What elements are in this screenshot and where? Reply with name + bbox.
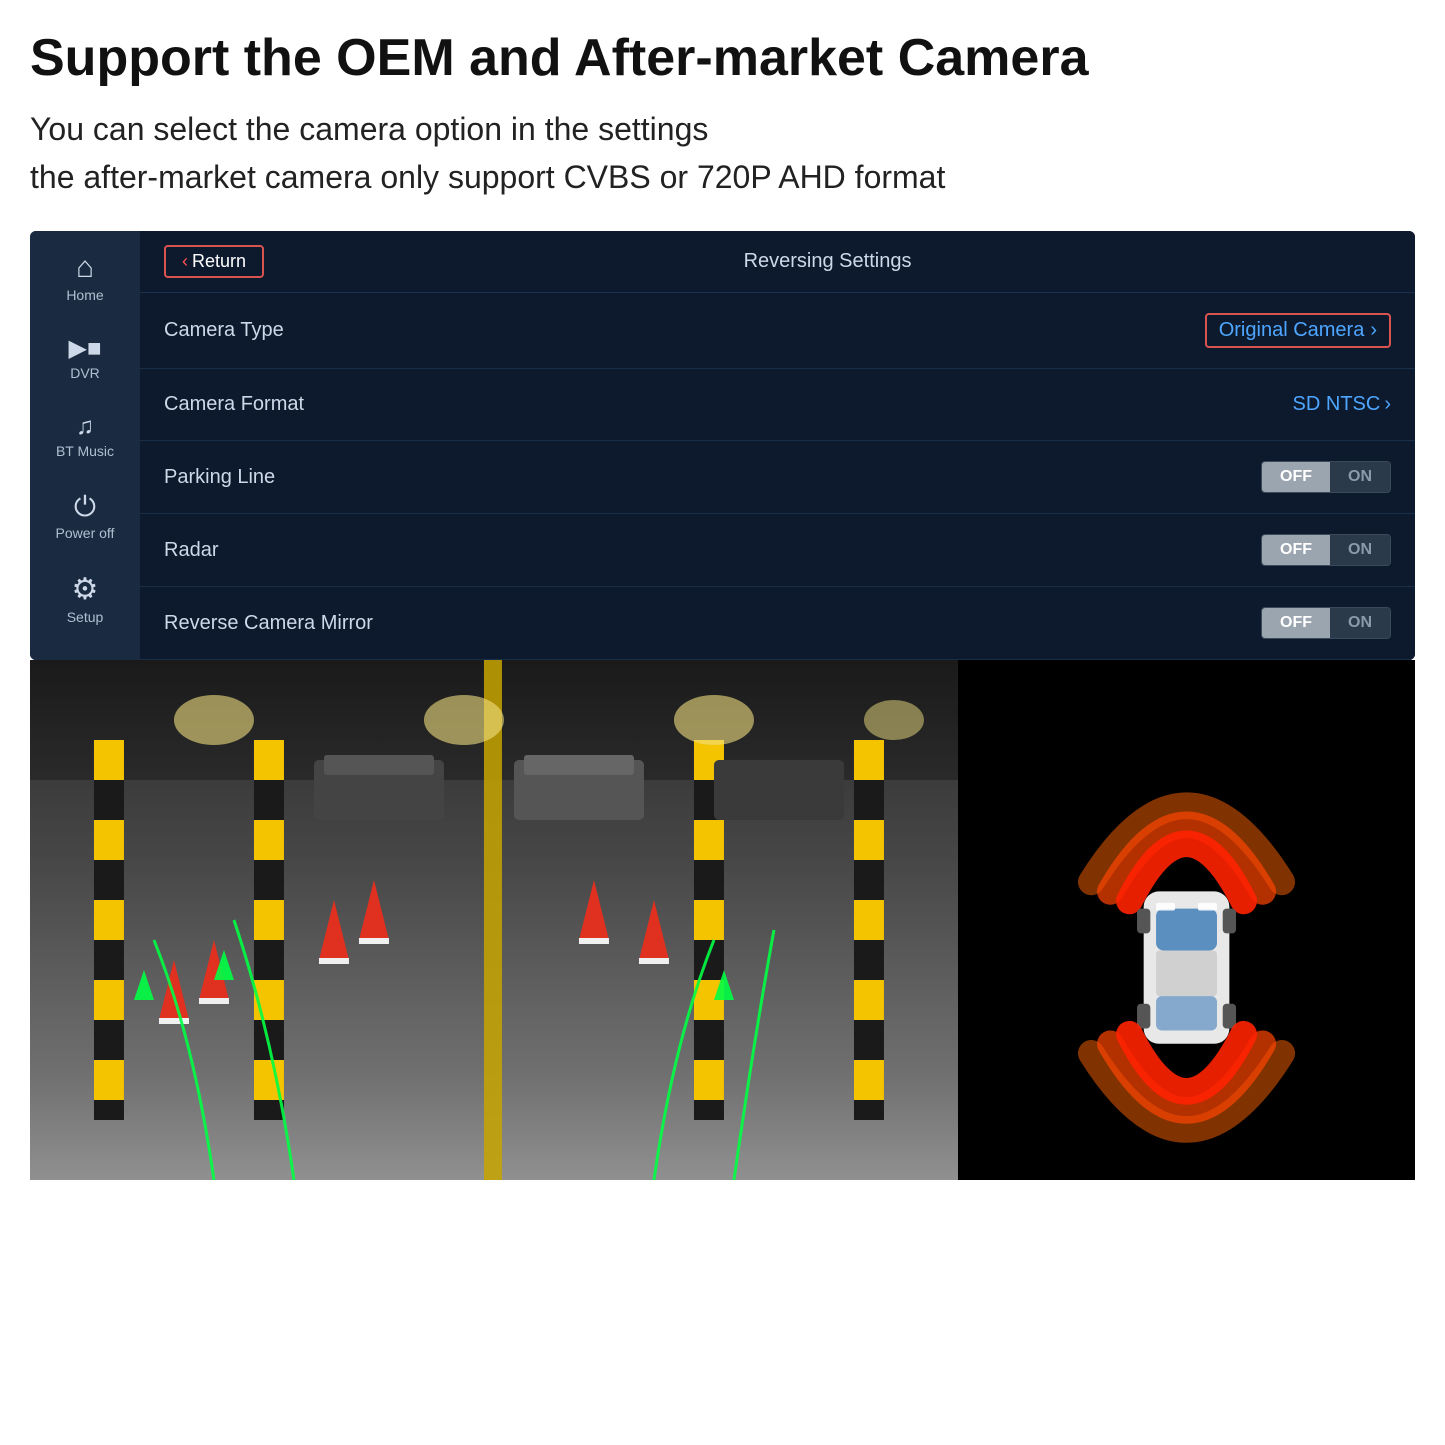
- main-content: ‹ Return Reversing Settings Camera Type …: [140, 231, 1415, 660]
- radar-camera-view: [958, 660, 1415, 1180]
- sidebar-item-btmusic[interactable]: ♫ BT Music: [30, 403, 140, 471]
- page-wrapper: Support the OEM and After-market Camera …: [0, 0, 1445, 1180]
- sidebar: ⌂ Home ▶■ DVR ♫ BT Music ⏻ Power off ⚙ S…: [30, 231, 140, 660]
- btmusic-icon: ♫: [76, 415, 94, 439]
- radar-off[interactable]: OFF: [1262, 535, 1330, 565]
- camera-type-text: Original Camera: [1219, 319, 1365, 342]
- sidebar-item-setup[interactable]: ⚙ Setup: [30, 563, 140, 637]
- camera-format-label: Camera Format: [164, 393, 1293, 416]
- chevron-left-icon: ‹: [182, 251, 188, 272]
- reverse-mirror-off[interactable]: OFF: [1262, 608, 1330, 638]
- reverse-mirror-on[interactable]: ON: [1330, 608, 1390, 638]
- subtitle-line1: You can select the camera option in the …: [30, 105, 1415, 153]
- return-button[interactable]: ‹ Return: [164, 245, 264, 278]
- radar-on[interactable]: ON: [1330, 535, 1390, 565]
- sidebar-home-label: Home: [66, 287, 103, 303]
- home-icon: ⌂: [76, 253, 94, 283]
- parking-lot-svg: [30, 660, 958, 1180]
- parking-line-off[interactable]: OFF: [1262, 462, 1330, 492]
- dvr-icon: ▶■: [69, 337, 102, 361]
- sidebar-item-poweroff[interactable]: ⏻ Power off: [30, 481, 140, 553]
- parking-line-label: Parking Line: [164, 466, 1261, 489]
- settings-row-parking-line: Parking Line OFF ON: [140, 441, 1415, 514]
- reverse-mirror-toggle[interactable]: OFF ON: [1261, 607, 1391, 639]
- main-title: Support the OEM and After-market Camera: [30, 30, 1415, 87]
- sidebar-item-home[interactable]: ⌂ Home: [30, 241, 140, 315]
- settings-row-reverse-mirror: Reverse Camera Mirror OFF ON: [140, 587, 1415, 660]
- topbar-title: Reversing Settings: [264, 250, 1391, 273]
- camera-format-value[interactable]: SD NTSC ›: [1293, 393, 1391, 416]
- sidebar-setup-label: Setup: [67, 609, 104, 625]
- settings-row-camera-format: Camera Format SD NTSC ›: [140, 369, 1415, 441]
- settings-row-camera-type: Camera Type Original Camera ›: [140, 293, 1415, 369]
- parking-line-toggle[interactable]: OFF ON: [1261, 461, 1391, 493]
- setup-icon: ⚙: [72, 575, 99, 605]
- settings-area: Camera Type Original Camera › Camera For…: [140, 293, 1415, 660]
- radar-label: Radar: [164, 539, 1261, 562]
- chevron-right-icon-2: ›: [1384, 393, 1391, 416]
- camera-type-value[interactable]: Original Camera ›: [1205, 313, 1391, 348]
- settings-row-radar: Radar OFF ON: [140, 514, 1415, 587]
- parking-line-on[interactable]: ON: [1330, 462, 1390, 492]
- camera-type-label: Camera Type: [164, 319, 1205, 342]
- radar-svg: [958, 660, 1415, 1180]
- reverse-mirror-label: Reverse Camera Mirror: [164, 612, 1261, 635]
- sidebar-item-dvr[interactable]: ▶■ DVR: [30, 325, 140, 393]
- sidebar-btmusic-label: BT Music: [56, 443, 114, 459]
- parking-camera-view: [30, 660, 958, 1180]
- sidebar-dvr-label: DVR: [70, 365, 100, 381]
- radar-toggle[interactable]: OFF ON: [1261, 534, 1391, 566]
- top-bar: ‹ Return Reversing Settings: [140, 231, 1415, 293]
- camera-format-text: SD NTSC: [1293, 393, 1381, 416]
- ui-screenshot: ⌂ Home ▶■ DVR ♫ BT Music ⏻ Power off ⚙ S…: [30, 231, 1415, 660]
- subtitle-line2: the after-market camera only support CVB…: [30, 153, 1415, 201]
- chevron-right-icon: ›: [1370, 319, 1377, 342]
- return-label: Return: [192, 251, 246, 272]
- subtitle: You can select the camera option in the …: [30, 105, 1415, 201]
- sidebar-poweroff-label: Power off: [56, 525, 115, 541]
- camera-section: [30, 660, 1415, 1180]
- power-icon: ⏻: [74, 493, 96, 521]
